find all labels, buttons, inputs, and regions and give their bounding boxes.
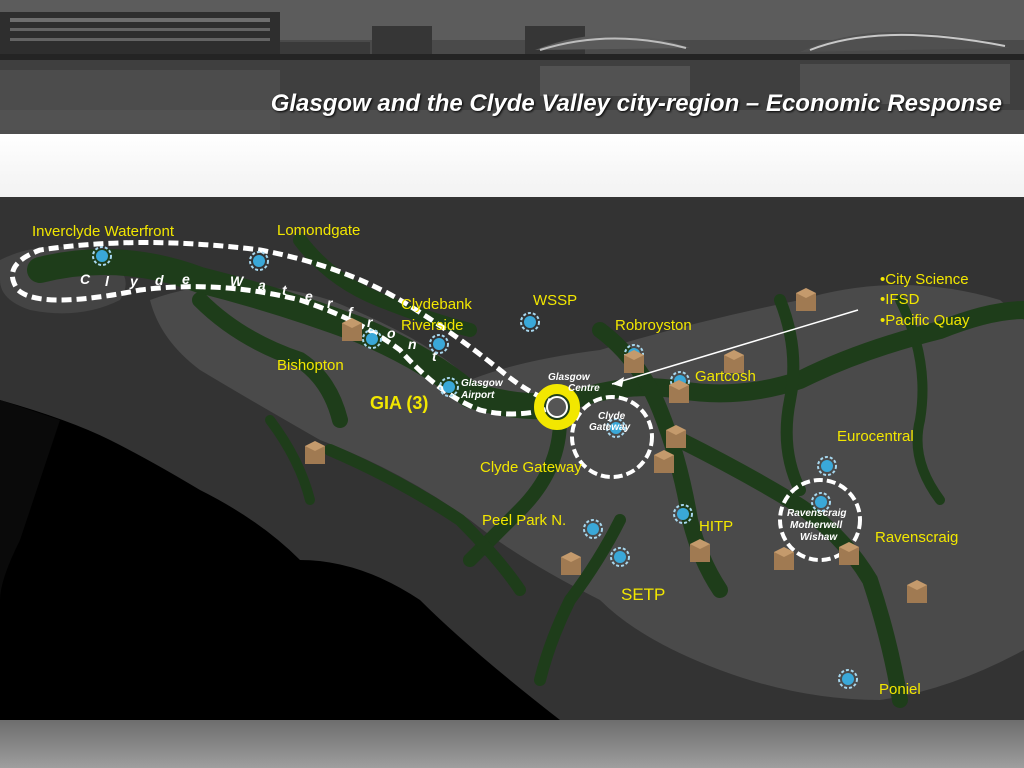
waterfront-letter: o [387,325,397,341]
city-region-map: C l y d e W a t e r f r o n t Glasgow Ai… [0,197,1024,720]
ravenscraig-circle-line3: Wishaw [800,532,838,543]
label-eurocentral: Eurocentral [837,428,914,445]
airport-label-line2: Airport [460,390,495,401]
label-pacific-quay: •Pacific Quay [880,312,970,329]
ravenscraig-circle-line2: Motherwell [790,520,842,531]
label-lomondgate: Lomondgate [277,222,360,239]
centre-label-line2: Centre [568,383,600,394]
centre-label-line1: Glasgow [548,372,591,383]
waterfront-letter: r [367,314,374,330]
label-gartcosh: Gartcosh [695,368,756,385]
airport-label-line1: Glasgow [461,378,504,389]
waterfront-letter: a [258,277,267,293]
waterfront-letter: t [282,282,288,298]
label-hitp: HITP [699,518,733,535]
title-band [0,134,1024,197]
ravenscraig-circle-line1: Ravenscraig [787,508,846,519]
label-inverclyde-waterfront: Inverclyde Waterfront [32,223,175,240]
waterfront-letter: W [230,273,245,289]
waterfront-letter: e [305,288,314,304]
waterfront-letter: f [348,304,354,320]
waterfront-letter: n [408,336,418,352]
label-robroyston: Robroyston [615,317,692,334]
label-poniel: Poniel [879,681,921,698]
label-clydebank: Clydebank [401,296,472,313]
map-svg: C l y d e W a t e r f r o n t Glasgow Ai… [0,197,1024,720]
label-bishopton: Bishopton [277,357,344,374]
label-setp: SETP [621,585,665,604]
label-clyde-gateway: Clyde Gateway [480,459,582,476]
label-ravenscraig: Ravenscraig [875,529,958,546]
label-peel-park: Peel Park N. [482,512,566,529]
footer-band [0,720,1024,768]
label-city-science: •City Science [880,271,969,288]
label-ifsd: •IFSD [880,291,920,308]
waterfront-letter: d [155,272,165,288]
waterfront-letter: r [327,295,334,311]
gateway-circle-line2: Gateway [589,422,631,433]
waterfront-letter: C [80,271,91,287]
waterfront-letter: y [129,273,139,289]
gateway-circle-line1: Clyde [598,411,626,422]
label-riverside: Riverside [401,317,464,334]
label-wssp: WSSP [533,292,577,309]
gia-hub-center [546,396,568,418]
waterfront-letter: l [105,273,110,289]
label-gia: GIA (3) [370,393,428,413]
header-banner: Glasgow and the Clyde Valley city-region… [0,0,1024,134]
page-title: Glasgow and the Clyde Valley city-region… [270,90,1002,117]
waterfront-letter: e [182,271,191,287]
